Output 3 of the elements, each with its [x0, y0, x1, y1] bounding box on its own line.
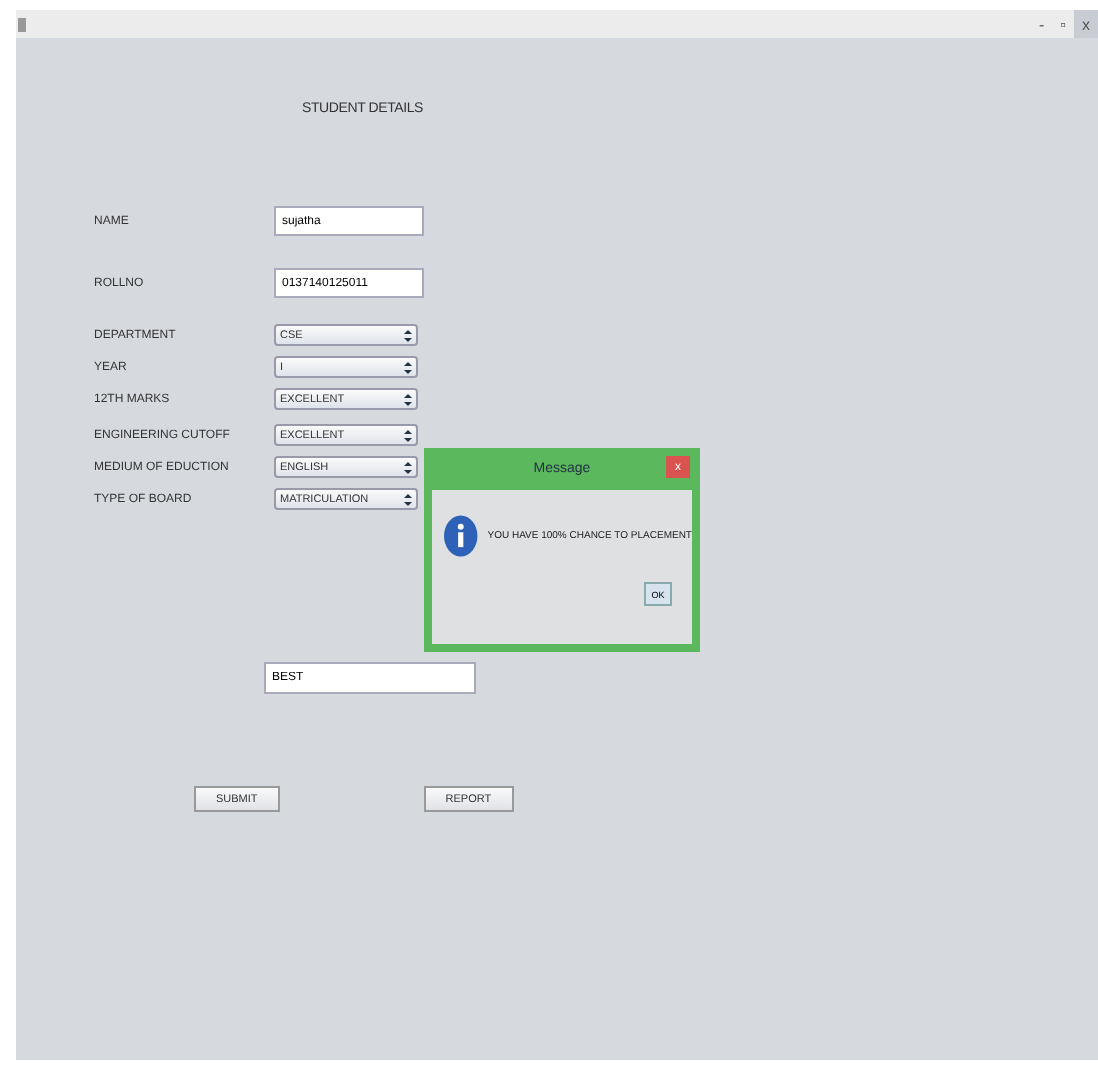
- minimize-button[interactable]: -: [1030, 10, 1053, 38]
- close-button[interactable]: x: [1074, 10, 1098, 38]
- maximize-button[interactable]: ▫: [1052, 10, 1074, 38]
